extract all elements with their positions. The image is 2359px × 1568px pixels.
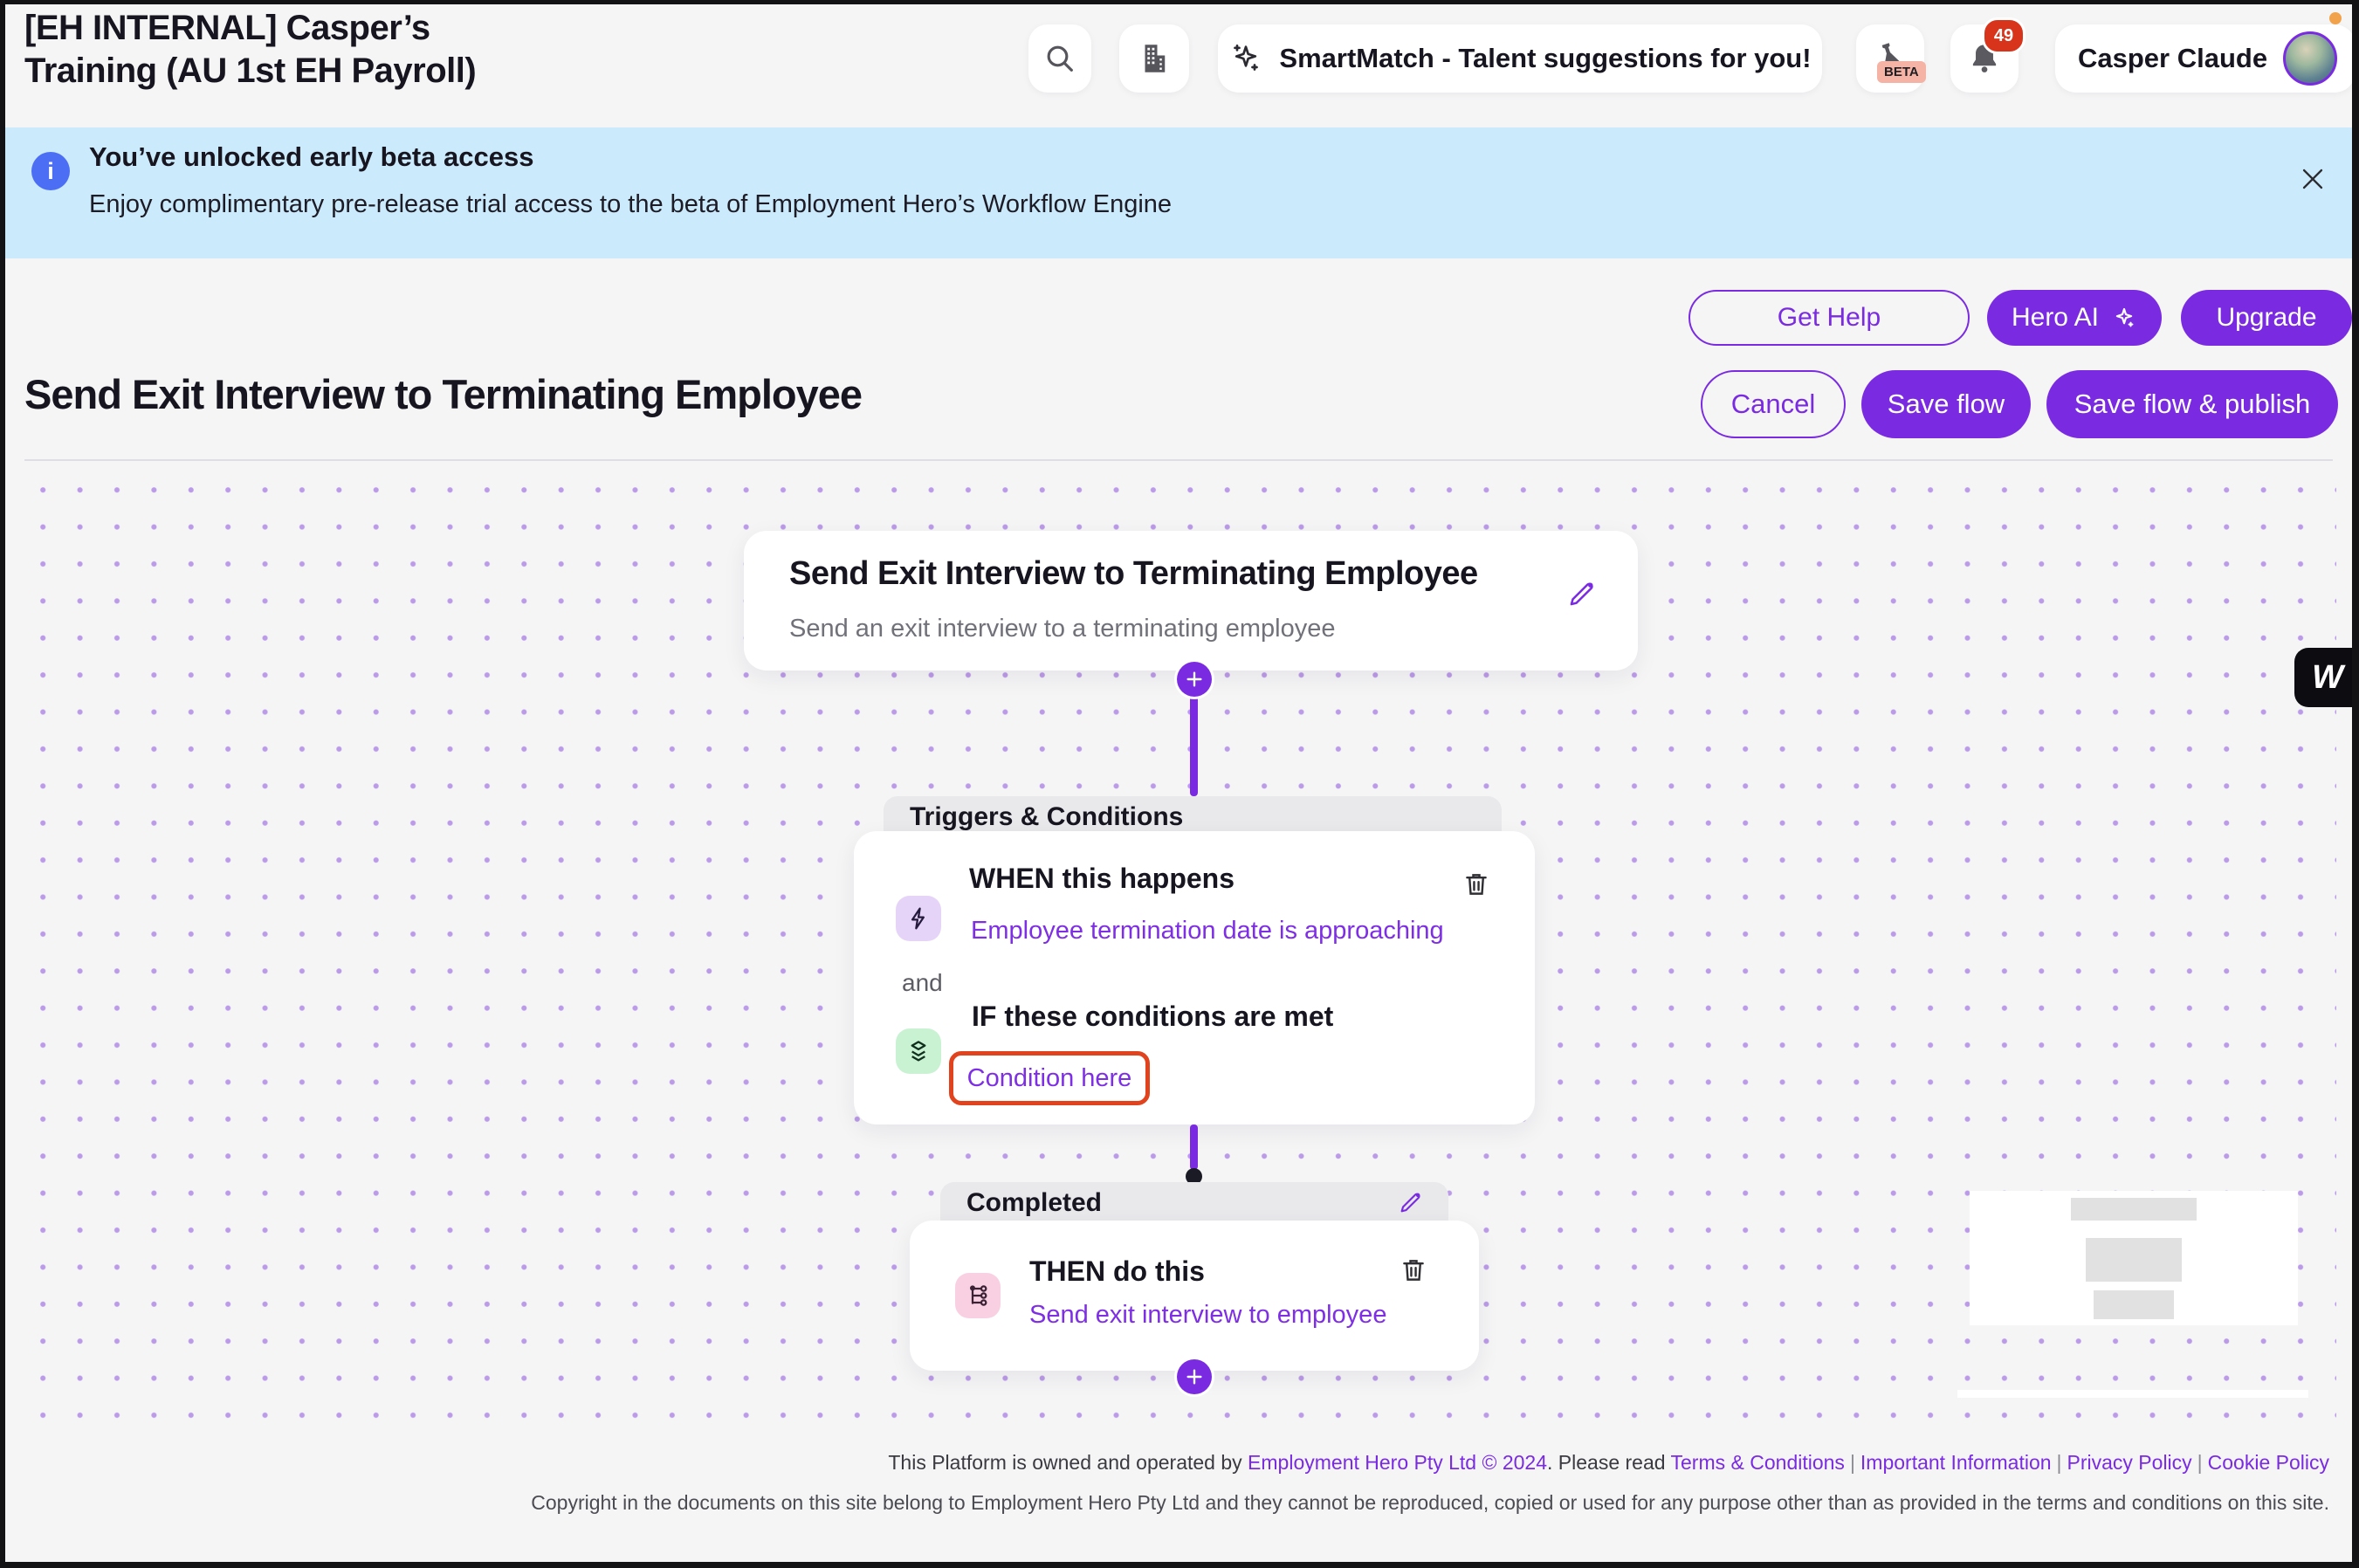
footer-separator: | <box>2052 1451 2067 1474</box>
footer-separator: | <box>1845 1451 1860 1474</box>
recording-indicator-dot <box>2329 12 2342 24</box>
then-step-title: THEN do this <box>1029 1255 1205 1288</box>
banner-subtitle: Enjoy complimentary pre-release trial ac… <box>89 190 1172 219</box>
info-glyph: i <box>47 158 54 185</box>
add-step-button-bottom[interactable] <box>1177 1359 1212 1394</box>
trigger-icon-badge <box>896 896 941 941</box>
workflow-title: Send Exit Interview to Terminating Emplo… <box>789 555 1478 593</box>
sparkle-icon <box>2111 305 2137 331</box>
connector-line <box>1190 1124 1198 1170</box>
footer-copyright-line: Copyright in the documents on this site … <box>24 1491 2329 1515</box>
skeleton-bar <box>2094 1290 2174 1319</box>
footer-cookie-link[interactable]: Cookie Policy <box>2208 1451 2329 1474</box>
footer-company-link[interactable]: Employment Hero Pty Ltd © 2024 <box>1248 1451 1547 1474</box>
banner-close-button[interactable] <box>2298 164 2328 194</box>
smartmatch-button[interactable]: SmartMatch - Talent suggestions for you! <box>1218 24 1822 93</box>
skeleton-bar <box>2071 1198 2197 1221</box>
upgrade-button[interactable]: Upgrade <box>2181 290 2352 346</box>
footer-privacy-link[interactable]: Privacy Policy <box>2067 1451 2192 1474</box>
sparkle-icon <box>1228 41 1263 76</box>
search-icon <box>1042 41 1077 76</box>
upgrade-label: Upgrade <box>2216 303 2316 333</box>
footer-legal-line: This Platform is owned and operated by E… <box>24 1451 2329 1475</box>
building-icon <box>1136 40 1173 77</box>
notification-count-badge: 49 <box>1982 17 2025 54</box>
org-title-line2: Training (AU 1st EH Payroll) <box>24 50 618 93</box>
then-step-link[interactable]: Send exit interview to employee <box>1029 1301 1386 1330</box>
edit-completed-button[interactable] <box>1396 1189 1424 1217</box>
loading-widget-skeleton <box>1970 1191 2298 1325</box>
footer-text: This Platform is owned and operated by <box>888 1451 1248 1474</box>
avatar <box>2283 31 2337 86</box>
close-icon <box>2298 164 2328 194</box>
if-step-title: IF these conditions are met <box>972 1001 1333 1033</box>
beta-badge: BETA <box>1877 61 1926 83</box>
delete-trigger-button[interactable] <box>1461 870 1491 899</box>
company-switcher-button[interactable] <box>1119 24 1189 93</box>
save-flow-label: Save flow <box>1888 389 2005 420</box>
save-flow-button[interactable]: Save flow <box>1861 370 2031 438</box>
workflow-subtitle: Send an exit interview to a terminating … <box>789 615 1335 643</box>
skeleton-bar <box>2086 1238 2182 1282</box>
add-step-button-top[interactable] <box>1177 662 1212 697</box>
w-logo-icon: W <box>2312 659 2342 697</box>
workflow-side-tab[interactable]: W <box>2294 648 2359 707</box>
hero-ai-button[interactable]: Hero AI <box>1987 290 2162 346</box>
get-help-button[interactable]: Get Help <box>1688 290 1970 346</box>
condition-icon-badge <box>896 1028 941 1074</box>
workflow-engine-app: [EH INTERNAL] Casper’s Training (AU 1st … <box>0 0 2359 1568</box>
condition-highlight-box: Condition here <box>949 1051 1150 1105</box>
profile-name: Casper Claude <box>2078 43 2267 74</box>
beta-access-banner: i You’ve unlocked early beta access Enjo… <box>0 127 2359 258</box>
triggers-card[interactable]: WHEN this happens Employee termination d… <box>854 831 1535 1124</box>
layers-icon <box>904 1037 932 1065</box>
banner-title: You’ve unlocked early beta access <box>89 141 533 173</box>
pencil-icon <box>1396 1189 1424 1217</box>
delete-action-button[interactable] <box>1399 1255 1428 1285</box>
cancel-label: Cancel <box>1731 389 1816 420</box>
edit-workflow-button[interactable] <box>1565 578 1598 611</box>
completed-section-header: Completed <box>940 1182 1448 1224</box>
footer-important-info-link[interactable]: Important Information <box>1860 1451 2052 1474</box>
workflow-root-card[interactable]: Send Exit Interview to Terminating Emplo… <box>744 531 1638 671</box>
lightning-icon <box>904 904 932 932</box>
completed-section-title: Completed <box>966 1188 1102 1218</box>
trash-icon <box>1399 1255 1428 1285</box>
org-title: [EH INTERNAL] Casper’s Training (AU 1st … <box>24 7 618 93</box>
flow-branch-icon <box>964 1282 992 1310</box>
action-icon-badge <box>955 1273 1001 1318</box>
when-step-title: WHEN this happens <box>969 863 1235 895</box>
trash-icon <box>1461 870 1491 899</box>
hero-ai-label: Hero AI <box>2012 303 2099 333</box>
connector-line <box>1190 679 1198 796</box>
footer-separator: | <box>2192 1451 2208 1474</box>
pencil-icon <box>1565 578 1598 611</box>
skeleton-strip <box>1957 1390 2308 1398</box>
footer-terms-link[interactable]: Terms & Conditions <box>1671 1451 1845 1474</box>
save-flow-publish-label: Save flow & publish <box>2074 389 2311 420</box>
plus-icon <box>1185 670 1204 689</box>
then-card[interactable]: THEN do this Send exit interview to empl… <box>910 1221 1479 1371</box>
info-icon: i <box>31 152 70 190</box>
footer-text: . Please read <box>1547 1451 1671 1474</box>
triggers-section-title: Triggers & Conditions <box>910 802 1183 832</box>
plus-icon <box>1185 1367 1204 1386</box>
org-title-line1: [EH INTERNAL] Casper’s <box>24 7 618 50</box>
cancel-button[interactable]: Cancel <box>1701 370 1846 438</box>
smartmatch-label: SmartMatch - Talent suggestions for you! <box>1279 43 1811 74</box>
beta-features-button[interactable]: BETA <box>1856 24 1924 93</box>
search-button[interactable] <box>1028 24 1091 93</box>
notifications-button[interactable]: 49 <box>1950 24 2019 93</box>
when-step-link[interactable]: Employee termination date is approaching <box>971 917 1444 946</box>
condition-here-link[interactable]: Condition here <box>967 1064 1132 1093</box>
get-help-label: Get Help <box>1778 303 1881 333</box>
profile-menu-button[interactable]: Casper Claude <box>2055 24 2356 93</box>
operator-label: and <box>902 969 943 997</box>
page-title: Send Exit Interview to Terminating Emplo… <box>24 370 862 418</box>
save-flow-publish-button[interactable]: Save flow & publish <box>2046 370 2338 438</box>
